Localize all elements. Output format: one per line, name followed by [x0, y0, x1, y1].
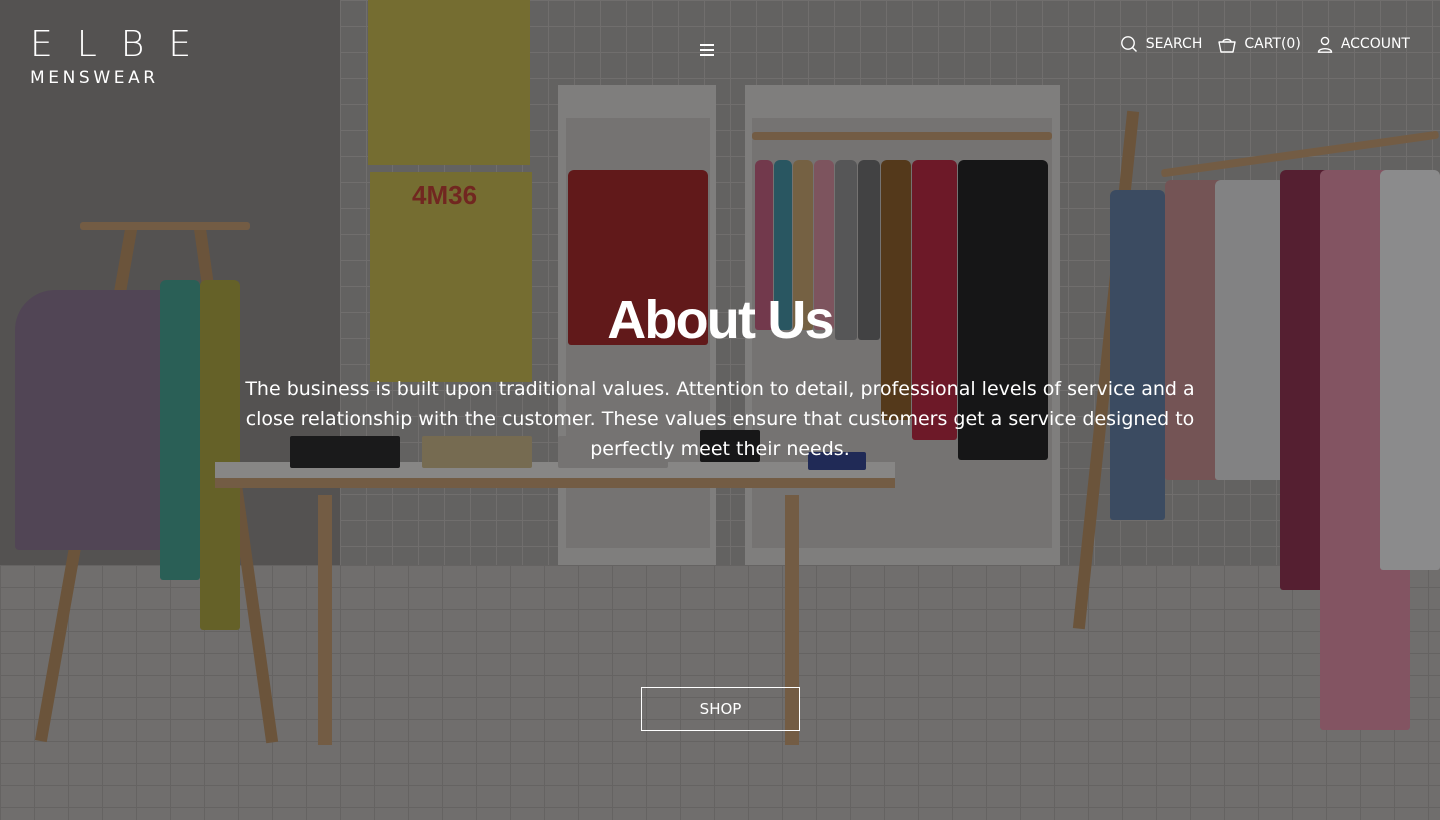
logo-subtitle: MENSWEAR	[30, 68, 159, 88]
basket-icon	[1218, 38, 1237, 53]
logo-wordmark: ELBE	[30, 24, 216, 65]
hamburger-icon[interactable]	[700, 44, 714, 56]
search-link[interactable]: SEARCH	[1120, 35, 1203, 53]
cart-link[interactable]: CART(0)	[1218, 36, 1301, 53]
page-title: About Us	[607, 290, 834, 350]
search-label: SEARCH	[1145, 36, 1203, 52]
top-navigation: SEARCH CART(0) ACCOUNT	[1120, 35, 1410, 53]
account-link[interactable]: ACCOUNT	[1317, 36, 1410, 53]
user-icon	[1317, 36, 1333, 53]
search-icon	[1120, 36, 1137, 52]
cart-label: CART(0)	[1244, 36, 1301, 52]
shop-button[interactable]: SHOP	[641, 687, 800, 731]
account-label: ACCOUNT	[1340, 36, 1410, 52]
brand-logo[interactable]: ELBE MENSWEAR	[30, 24, 216, 88]
intro-paragraph: The business is built upon traditional v…	[245, 378, 1195, 460]
